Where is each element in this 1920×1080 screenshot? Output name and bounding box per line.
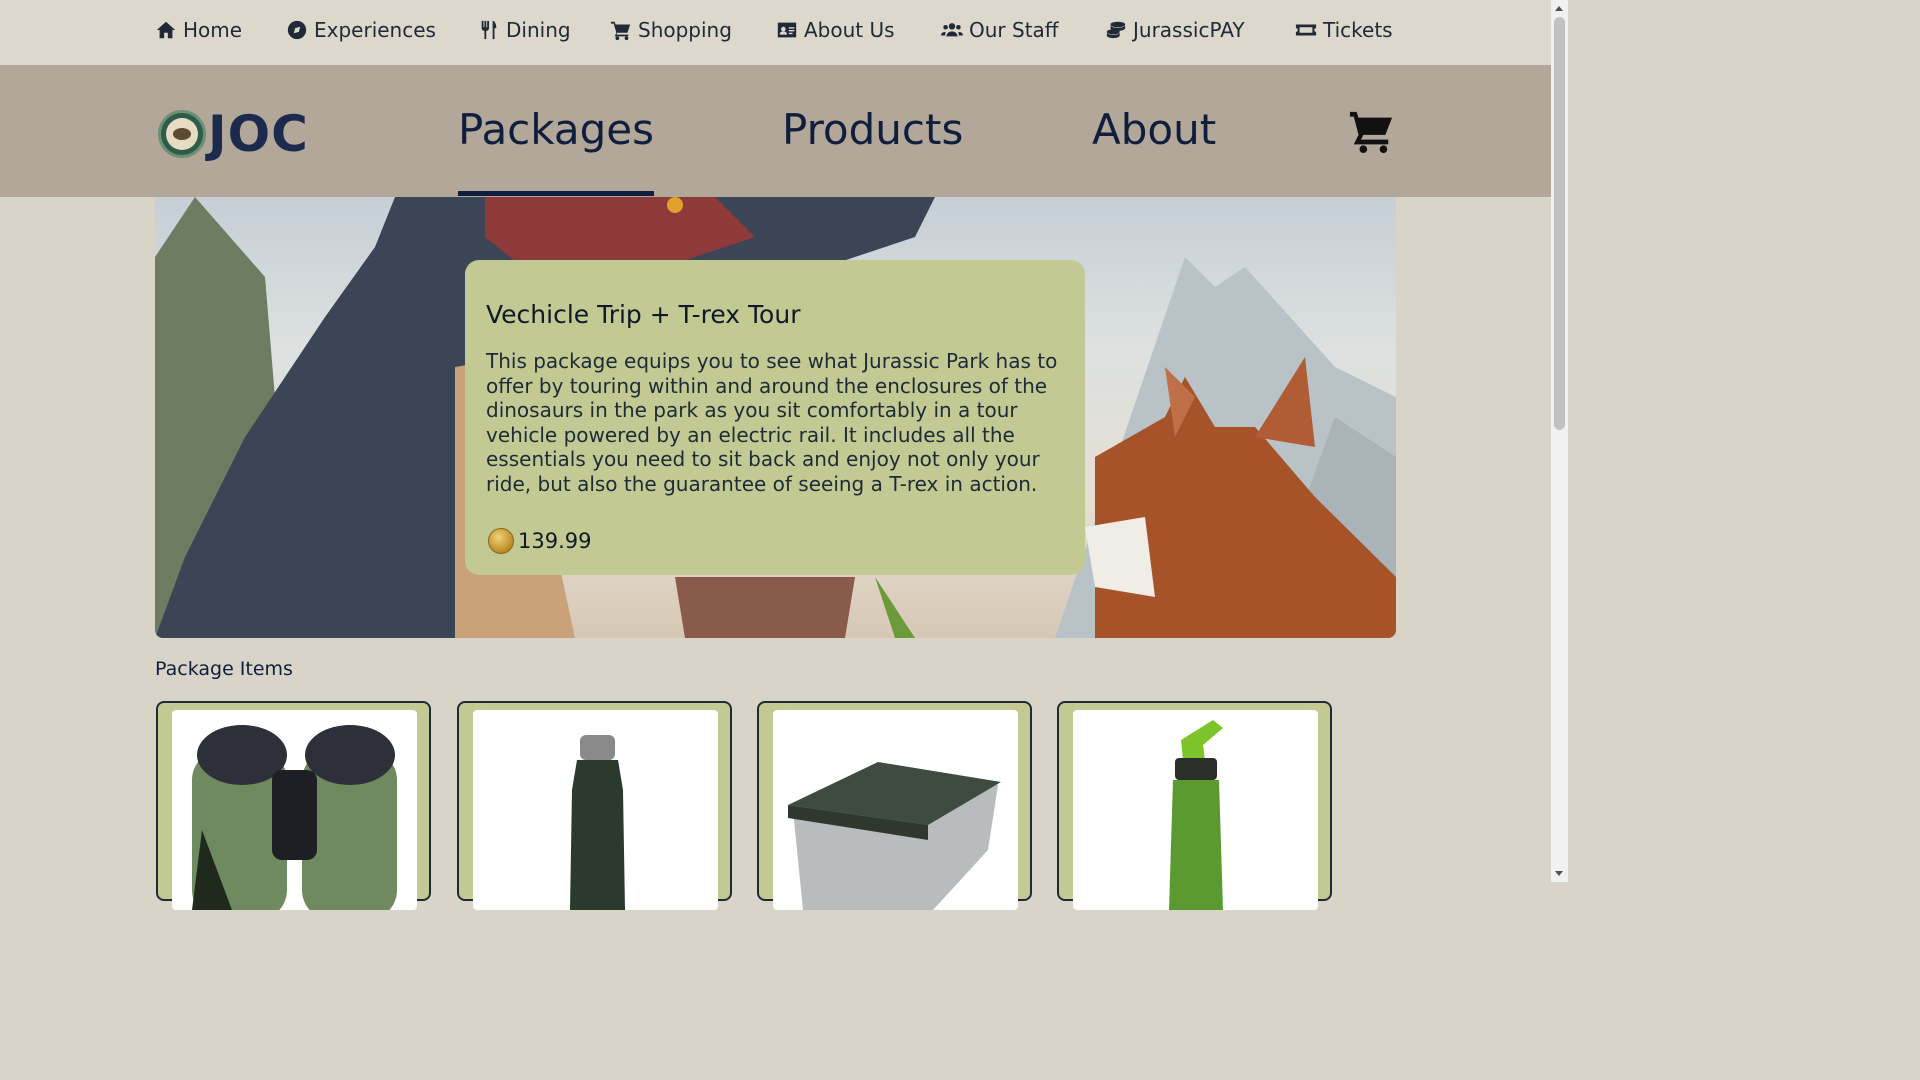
coins-icon [1106, 21, 1126, 39]
topnav-about-us[interactable]: About Us [776, 18, 895, 42]
coin-icon [488, 528, 514, 554]
scroll-down-arrow-icon[interactable] [1555, 871, 1563, 876]
water-bottle-image [570, 735, 625, 910]
package-item-water-bottle[interactable] [457, 701, 732, 910]
package-item-binoculars[interactable] [156, 701, 431, 910]
compass-icon [287, 20, 307, 40]
nav-products[interactable]: Products [782, 105, 963, 154]
topnav-our-staff[interactable]: Our Staff [941, 18, 1059, 42]
topnav-shopping[interactable]: Shopping [610, 18, 732, 42]
topnav-tickets[interactable]: Tickets [1295, 18, 1393, 42]
ticket-icon [1295, 24, 1317, 36]
package-items-title: Package Items [155, 658, 293, 680]
top-navigation: Home Experiences Dining Shopping About U… [0, 0, 1551, 65]
home-icon [156, 21, 176, 39]
shopping-cart-button[interactable] [1348, 108, 1394, 154]
topnav-dining[interactable]: Dining [478, 18, 571, 42]
topnav-jurassicpay[interactable]: JurassicPAY [1105, 18, 1245, 42]
utensils-icon [481, 20, 497, 40]
package-item-sports-bottle[interactable] [1057, 701, 1332, 910]
scrollbar-thumb[interactable] [1554, 17, 1565, 430]
page-scrollbar[interactable] [1551, 0, 1568, 882]
package-price: 139.99 [488, 528, 591, 554]
users-icon [941, 23, 963, 37]
nav-packages[interactable]: Packages [458, 105, 654, 196]
logo[interactable]: JOC [158, 105, 309, 163]
logo-text: JOC [208, 105, 309, 163]
id-card-icon [777, 22, 797, 38]
topnav-home[interactable]: Home [155, 18, 242, 42]
shopping-cart-icon [1349, 111, 1393, 154]
site-header: JOC Packages Products About [0, 65, 1551, 197]
package-item-lunch-box[interactable] [757, 701, 1032, 910]
package-card: Vechicle Trip + T-rex Tour This package … [465, 260, 1085, 575]
logo-badge-icon [158, 110, 206, 158]
lunch-box-image [788, 762, 1001, 910]
cart-icon [610, 21, 631, 41]
binoculars-image [192, 725, 397, 910]
nav-about[interactable]: About [1092, 105, 1216, 154]
package-description: This package equips you to see what Jura… [486, 349, 1058, 496]
package-title: Vechicle Trip + T-rex Tour [486, 300, 801, 329]
topnav-experiences[interactable]: Experiences [286, 18, 436, 42]
sports-bottle-image [1169, 720, 1223, 910]
scroll-up-arrow-icon[interactable] [1555, 6, 1563, 11]
price-value: 139.99 [518, 529, 592, 553]
